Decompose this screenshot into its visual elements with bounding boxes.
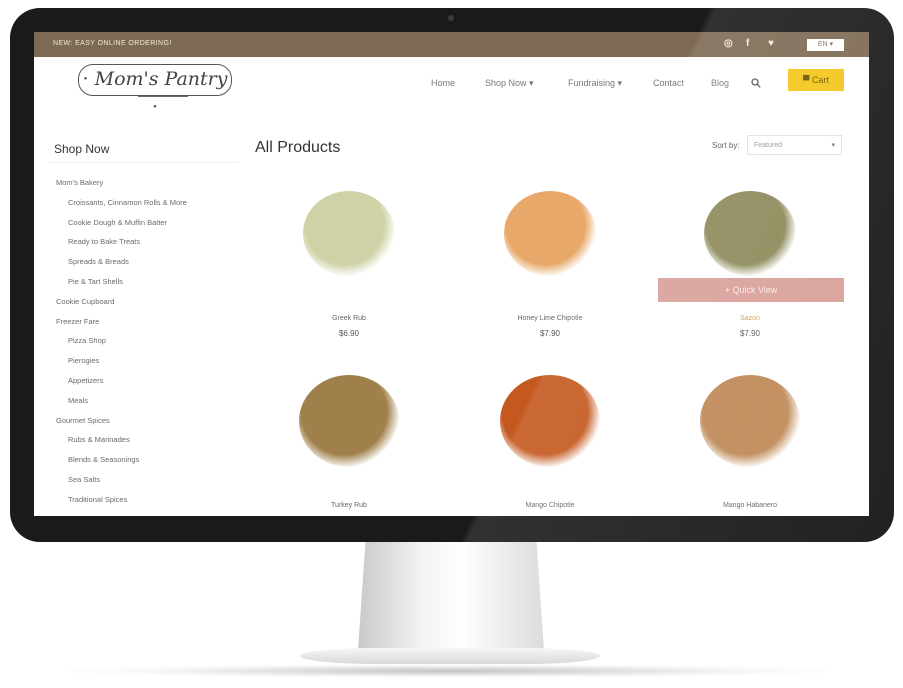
monitor-stand-base xyxy=(300,648,600,664)
product-image[interactable] xyxy=(704,191,796,276)
sidebar-title: Shop Now xyxy=(54,142,110,156)
page-title: All Products xyxy=(255,139,341,156)
product-price: $6.90 xyxy=(338,329,360,338)
product-image[interactable] xyxy=(500,375,600,467)
sidebar-item[interactable]: Cookie Cupboard xyxy=(56,297,114,306)
twitter-icon[interactable]: ♥ xyxy=(768,38,774,49)
sidebar-item[interactable]: Mom's Bakery xyxy=(56,178,103,187)
nav-blog[interactable]: Blog xyxy=(711,78,729,88)
product-name[interactable]: Greek Rub xyxy=(249,315,449,322)
sidebar-item[interactable]: Ready to Bake Treats xyxy=(68,237,140,246)
quick-view-button[interactable]: + Quick View xyxy=(658,278,844,302)
product-image[interactable] xyxy=(504,191,596,276)
nav-shop-now-label: Shop Now xyxy=(485,78,527,88)
logo-text: Mom's Pantry xyxy=(94,68,228,90)
sidebar-item[interactable]: Pierogies xyxy=(68,356,99,365)
camera-icon xyxy=(448,15,454,21)
monitor-shadow xyxy=(70,664,830,678)
sort-dropdown[interactable]: Featured ▾ xyxy=(747,135,842,155)
nav-home[interactable]: Home xyxy=(431,78,455,88)
sidebar-item[interactable]: Spreads & Breads xyxy=(68,257,129,266)
website-screen: NEW: EASY ONLINE ORDERING! ◎ f ♥ EN ▾ · … xyxy=(34,32,869,516)
sidebar-item[interactable]: Rubs & Marinades xyxy=(68,435,130,444)
sidebar-item[interactable]: Pie & Tart Shells xyxy=(68,277,123,286)
nav-fundraising[interactable]: Fundraising ▾ xyxy=(568,78,622,89)
sidebar-item[interactable]: Freezer Fare xyxy=(56,317,99,326)
cart-label: Cart xyxy=(811,75,829,85)
product-name[interactable]: Honey Lime Chipotle xyxy=(450,315,650,322)
cart-icon: ▀ xyxy=(803,75,810,85)
sidebar-item[interactable]: Traditional Spices xyxy=(68,495,127,504)
nav-fundraising-label: Fundraising xyxy=(568,78,616,88)
sort-label: Sort by: xyxy=(712,141,740,150)
cart-button[interactable]: ▀ Cart xyxy=(788,69,844,91)
instagram-icon[interactable]: ◎ xyxy=(724,38,733,49)
product-name[interactable]: Sazon xyxy=(650,315,850,322)
sidebar-item[interactable]: Sea Salts xyxy=(68,475,100,484)
product-price: $7.90 xyxy=(539,329,561,338)
announcement-bar: NEW: EASY ONLINE ORDERING! ◎ f ♥ EN ▾ xyxy=(34,32,869,57)
sidebar-item[interactable]: Cookie Dough & Muffin Batter xyxy=(68,218,167,227)
sidebar-item[interactable]: Pizza Shop xyxy=(68,336,106,345)
product-name[interactable]: Turkey Rub xyxy=(249,502,449,509)
sidebar-divider xyxy=(48,162,238,163)
sidebar-item[interactable]: Gourmet Spices xyxy=(56,416,110,425)
product-name[interactable]: Mango Habanero xyxy=(650,502,850,509)
promo-text: NEW: EASY ONLINE ORDERING! xyxy=(53,40,172,47)
logo-flourish xyxy=(138,96,188,97)
product-image[interactable] xyxy=(299,375,399,467)
sidebar-item[interactable]: Croissants, Cinnamon Rolls & More xyxy=(68,198,187,207)
sidebar-item[interactable]: Blends & Seasonings xyxy=(68,455,139,464)
site-logo[interactable]: · Mom's Pantry · xyxy=(78,64,232,118)
nav-shop-now[interactable]: Shop Now ▾ xyxy=(485,78,534,89)
sidebar-item[interactable]: Appetizers xyxy=(68,376,103,385)
product-price: $7.90 xyxy=(739,329,761,338)
monitor-stand-neck xyxy=(358,542,544,650)
product-image[interactable] xyxy=(700,375,800,467)
language-value: EN xyxy=(817,41,828,48)
language-select[interactable]: EN ▾ xyxy=(807,39,844,51)
search-icon[interactable] xyxy=(751,78,761,90)
product-name[interactable]: Mango Chipotle xyxy=(450,502,650,509)
sidebar-item[interactable]: Meals xyxy=(68,396,88,405)
chevron-down-icon: ▾ xyxy=(831,142,835,149)
facebook-icon[interactable]: f xyxy=(746,38,749,49)
sort-value: Featured xyxy=(754,142,783,149)
nav-contact[interactable]: Contact xyxy=(653,78,684,88)
product-image[interactable] xyxy=(303,191,395,276)
